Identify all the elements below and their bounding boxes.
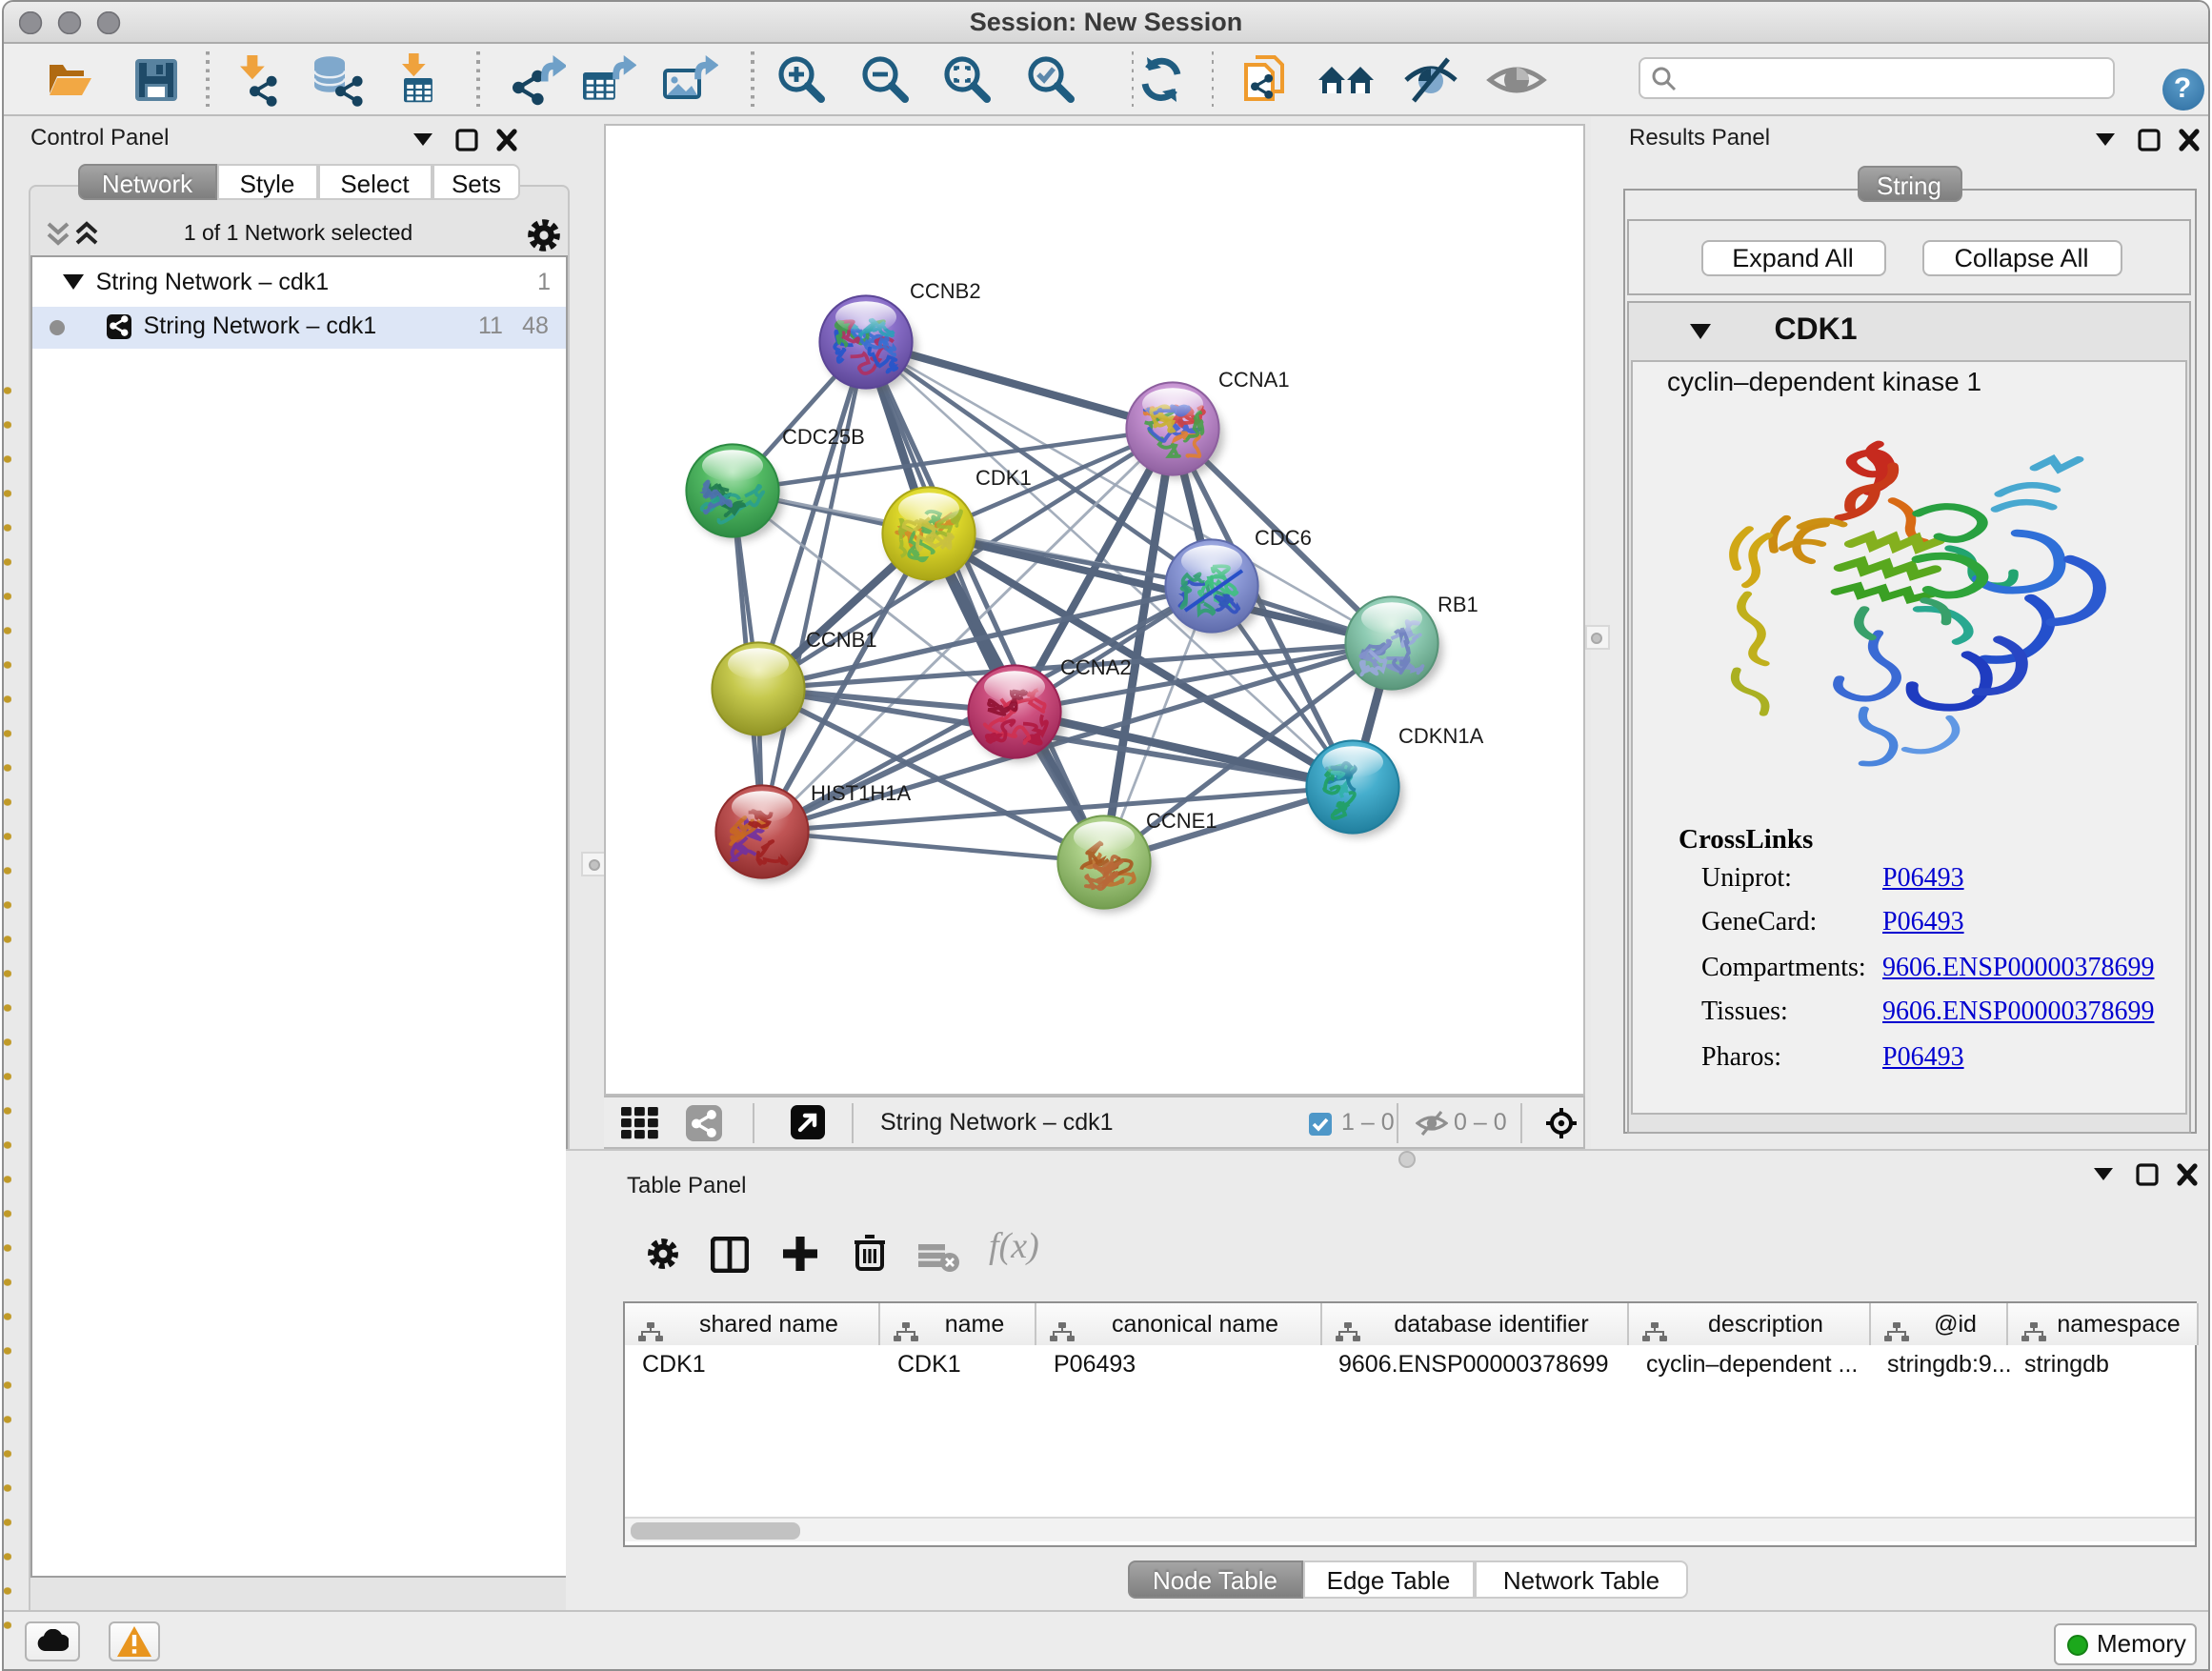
svg-text:CCNE1: CCNE1 <box>1146 808 1217 832</box>
svg-text:RB1: RB1 <box>1438 592 1478 615</box>
svg-text:CCNA1: CCNA1 <box>1218 367 1290 391</box>
svg-text:CDC25B: CDC25B <box>782 424 865 448</box>
svg-text:CDC6: CDC6 <box>1255 525 1312 549</box>
svg-text:CCNB1: CCNB1 <box>806 627 877 651</box>
svg-text:HIST1H1A: HIST1H1A <box>811 780 911 804</box>
svg-text:CDK1: CDK1 <box>975 465 1032 489</box>
svg-text:CCNA2: CCNA2 <box>1060 654 1132 678</box>
svg-text:CDKN1A: CDKN1A <box>1398 723 1484 747</box>
svg-text:CCNB2: CCNB2 <box>910 278 981 302</box>
